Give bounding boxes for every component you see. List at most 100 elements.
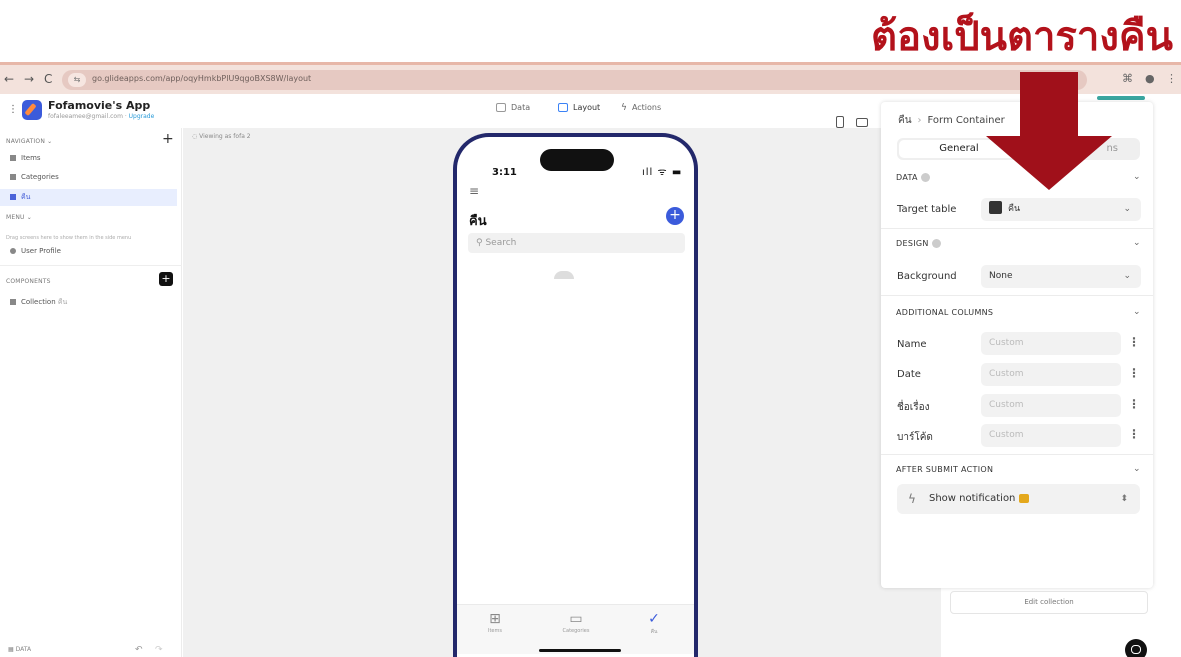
dynamic-island — [540, 149, 614, 171]
data-icon — [496, 103, 506, 112]
column-field[interactable]: Custom — [981, 332, 1121, 355]
tab-bar: ⊞ Items ▭ Categories ✓ คืน — [457, 604, 694, 654]
navigation-title-text: NAVIGATION — [6, 138, 46, 145]
data-section-text: DATA — [896, 173, 918, 182]
sidebar-item-label: Categories — [21, 173, 59, 181]
folder-icon: ▭ — [569, 611, 583, 627]
section-divider — [881, 454, 1153, 455]
publish-button-edge[interactable] — [1097, 96, 1145, 100]
column-label: บาร์โค้ด — [897, 432, 933, 443]
undo-icon[interactable]: ↶ — [135, 645, 143, 655]
tab-data-label: Data — [511, 103, 531, 112]
tab-kuen[interactable]: ✓ คืน — [624, 611, 684, 636]
more-icon[interactable]: ⋮ — [1128, 427, 1140, 441]
account-email: fofaleeamee@gmail.com · Upgrade — [48, 113, 155, 120]
breadcrumb-parent[interactable]: คืน — [898, 115, 912, 126]
tab-categories[interactable]: ▭ Categories — [546, 611, 606, 634]
more-icon[interactable]: ⋮ — [1128, 397, 1140, 411]
user-icon — [10, 248, 16, 254]
after-submit-title: AFTER SUBMIT ACTION — [896, 465, 994, 474]
additional-columns-title: ADDITIONAL COLUMNS — [896, 308, 994, 317]
viewing-as[interactable]: ◌ Viewing as fofa 2 — [192, 133, 251, 140]
search-placeholder: Search — [485, 238, 517, 248]
table-icon — [989, 201, 1002, 214]
background-label: Background — [897, 271, 957, 282]
target-table-value: คืน — [1008, 204, 1021, 214]
chevron-down-icon[interactable]: ⌄ — [1133, 464, 1141, 474]
navigation-section-title: NAVIGATION ⌄ — [6, 138, 53, 145]
back-icon[interactable]: ← — [4, 72, 14, 86]
address-bar[interactable]: ⇆ go.glideapps.com/app/oqyHmkbPlU9qgoBXS… — [62, 70, 1087, 90]
chevron-down-icon[interactable]: ⌄ — [1133, 238, 1141, 248]
column-field[interactable]: Custom — [981, 363, 1121, 386]
data-section-title: DATA — [896, 173, 930, 182]
column-label: Date — [897, 369, 921, 380]
search-input[interactable]: ⚲ Search — [468, 233, 685, 253]
viewing-as-text: Viewing as fofa 2 — [199, 133, 251, 140]
data-footer-icon: ▦ — [8, 646, 14, 653]
target-table-select[interactable]: คืน ⌄ — [981, 198, 1141, 221]
tablet-preview-icon[interactable] — [856, 118, 868, 127]
forward-icon[interactable]: → — [24, 72, 34, 86]
info-icon — [920, 173, 930, 182]
hamburger-icon[interactable]: ≡ — [469, 184, 479, 198]
phone-preview-icon[interactable] — [836, 116, 844, 128]
chevron-down-icon[interactable]: ⌄ — [1133, 307, 1141, 317]
check-icon: ✓ — [648, 611, 660, 627]
sidebar-item-user-profile[interactable]: User Profile — [0, 243, 177, 260]
sidebar-item-label: Items — [21, 154, 41, 162]
tab-layout[interactable]: Layout — [558, 103, 600, 112]
app-menu-icon[interactable]: ⋮ — [8, 104, 18, 115]
add-button[interactable]: + — [666, 207, 684, 225]
after-submit-value: Show notification — [929, 493, 1016, 504]
sidebar-item-categories[interactable]: Categories — [0, 169, 177, 186]
browser-menu-icon[interactable]: ⋮ — [1166, 72, 1177, 85]
component-sub-label: คืน — [57, 298, 68, 306]
tab-actions-label: Actions — [631, 103, 662, 112]
column-field[interactable]: Custom — [981, 424, 1121, 447]
screen-title: คืน — [469, 214, 487, 229]
sidebar-item-collection[interactable]: Collection คืน — [0, 294, 177, 311]
data-footer[interactable]: ▦ DATA — [8, 646, 31, 653]
tab-label: คืน — [650, 629, 658, 635]
annotation-arrow-shaft — [1020, 72, 1078, 138]
site-info-icon[interactable]: ⇆ — [68, 73, 86, 87]
extension-icon[interactable]: ⌘ — [1122, 72, 1133, 85]
design-section-text: DESIGN — [896, 239, 929, 248]
grid-icon — [10, 299, 16, 305]
app-title[interactable]: Fofamovie's App — [48, 99, 150, 112]
after-submit-select[interactable]: ϟ Show notification ⬍ — [897, 484, 1140, 514]
tab-layout-label: Layout — [573, 103, 601, 112]
more-icon[interactable]: ⋮ — [1128, 366, 1140, 380]
breadcrumb-current: Form Container — [927, 115, 1005, 126]
redo-icon[interactable]: ↷ — [155, 645, 163, 655]
sidebar-item-label: คืน — [21, 193, 31, 201]
profile-avatar-icon[interactable]: ● — [1145, 72, 1155, 85]
app-logo-icon — [22, 100, 42, 120]
column-field[interactable]: Custom — [981, 394, 1121, 417]
upgrade-link[interactable]: Upgrade — [129, 113, 155, 120]
tab-actions[interactable]: ϟ Actions — [621, 103, 661, 113]
reload-icon[interactable]: C — [44, 72, 52, 86]
actions-icon: ϟ — [621, 103, 627, 113]
component-label: Collection — [21, 298, 56, 306]
add-component-button[interactable]: + — [159, 272, 173, 286]
sidebar-item-label: User Profile — [21, 247, 61, 255]
background-select[interactable]: None ⌄ — [981, 265, 1141, 288]
left-sidebar — [0, 128, 182, 657]
chevron-down-icon[interactable]: ⌄ — [1133, 172, 1141, 182]
tab-items[interactable]: ⊞ Items — [465, 611, 525, 634]
edit-collection-button[interactable]: Edit collection — [950, 591, 1148, 614]
list-icon — [10, 155, 16, 161]
party-icon — [1019, 493, 1030, 503]
status-icons: ıll ᯤ ▬ — [642, 167, 683, 178]
menu-hint: Drag screens here to show them in the si… — [6, 235, 132, 241]
chat-icon[interactable] — [1125, 639, 1147, 657]
sidebar-item-kuen[interactable]: คืน — [0, 189, 177, 206]
add-screen-icon[interactable]: + — [162, 131, 174, 147]
tab-data[interactable]: Data — [496, 103, 530, 112]
account-email-text: fofaleeamee@gmail.com — [48, 113, 123, 120]
home-indicator — [539, 649, 621, 652]
more-icon[interactable]: ⋮ — [1128, 335, 1140, 349]
sidebar-item-items[interactable]: Items — [0, 150, 177, 167]
